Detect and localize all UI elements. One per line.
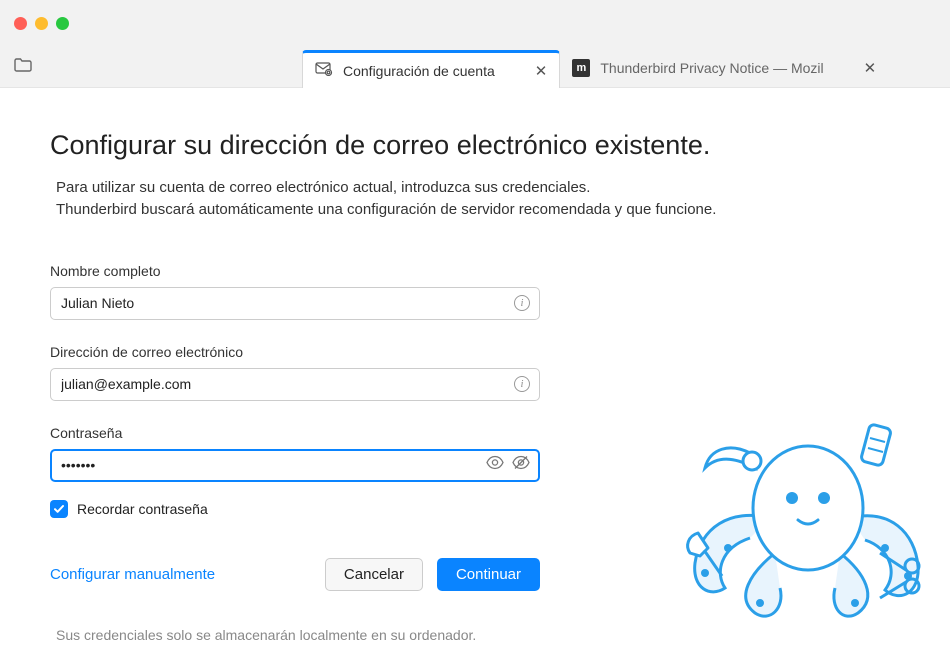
subtitle-line: Thunderbird buscará automáticamente una … <box>56 199 900 221</box>
window-minimize-button[interactable] <box>35 17 48 30</box>
account-form: Nombre completo i Dirección de correo el… <box>50 263 540 643</box>
tab-label: Thunderbird Privacy Notice — Mozil <box>600 60 823 76</box>
mail-settings-icon <box>315 62 333 79</box>
email-label: Dirección de correo electrónico <box>50 344 540 360</box>
tab-label: Configuración de cuenta <box>343 63 495 79</box>
folder-icon[interactable] <box>14 58 32 87</box>
page-title: Configurar su dirección de correo electr… <box>50 130 900 161</box>
name-label: Nombre completo <box>50 263 540 279</box>
close-icon[interactable]: ✕ <box>535 62 548 80</box>
remember-password-checkbox[interactable] <box>50 500 68 518</box>
info-icon[interactable]: i <box>514 295 530 311</box>
mozilla-favicon: m <box>572 59 590 77</box>
password-label: Contraseña <box>50 425 540 441</box>
tab-bar: Configuración de cuenta ✕ m Thunderbird … <box>0 46 950 88</box>
tab-account-setup[interactable]: Configuración de cuenta ✕ <box>302 50 560 88</box>
eye-icon[interactable] <box>486 456 504 475</box>
main-content: Configurar su dirección de correo electr… <box>0 88 950 653</box>
octopus-illustration <box>680 398 930 628</box>
subtitle-line: Para utilizar su cuenta de correo electr… <box>56 177 900 199</box>
window-close-button[interactable] <box>14 17 27 30</box>
eye-slash-icon[interactable] <box>512 456 530 475</box>
name-input[interactable] <box>50 287 540 320</box>
configure-manually-link[interactable]: Configurar manualmente <box>50 566 215 583</box>
continue-button[interactable]: Continuar <box>437 558 540 591</box>
credentials-notice: Sus credenciales solo se almacenarán loc… <box>50 627 540 643</box>
password-input[interactable] <box>50 449 540 482</box>
page-subtitle: Para utilizar su cuenta de correo electr… <box>50 177 900 221</box>
info-icon[interactable]: i <box>514 376 530 392</box>
remember-password-label: Recordar contraseña <box>77 501 208 517</box>
close-icon[interactable]: ✕ <box>864 59 877 77</box>
window-maximize-button[interactable] <box>56 17 69 30</box>
cancel-button[interactable]: Cancelar <box>325 558 423 591</box>
tab-privacy-notice[interactable]: m Thunderbird Privacy Notice — Mozil ✕ <box>560 49 888 87</box>
window-titlebar <box>0 0 950 46</box>
email-input[interactable] <box>50 368 540 401</box>
